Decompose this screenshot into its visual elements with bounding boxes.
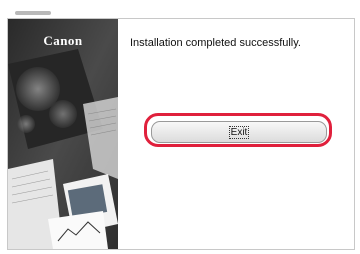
exit-button[interactable]: Exit — [151, 121, 327, 143]
window-title-placeholder — [15, 11, 51, 15]
installer-window: Canon Installation completed successfull… — [7, 18, 355, 250]
status-message: Installation completed successfully. — [130, 37, 301, 49]
exit-button-label: Exit — [228, 125, 250, 139]
title-bar — [0, 0, 360, 18]
canon-logo: Canon — [43, 33, 83, 48]
banner-artwork — [8, 19, 118, 249]
side-banner: Canon — [8, 19, 118, 249]
